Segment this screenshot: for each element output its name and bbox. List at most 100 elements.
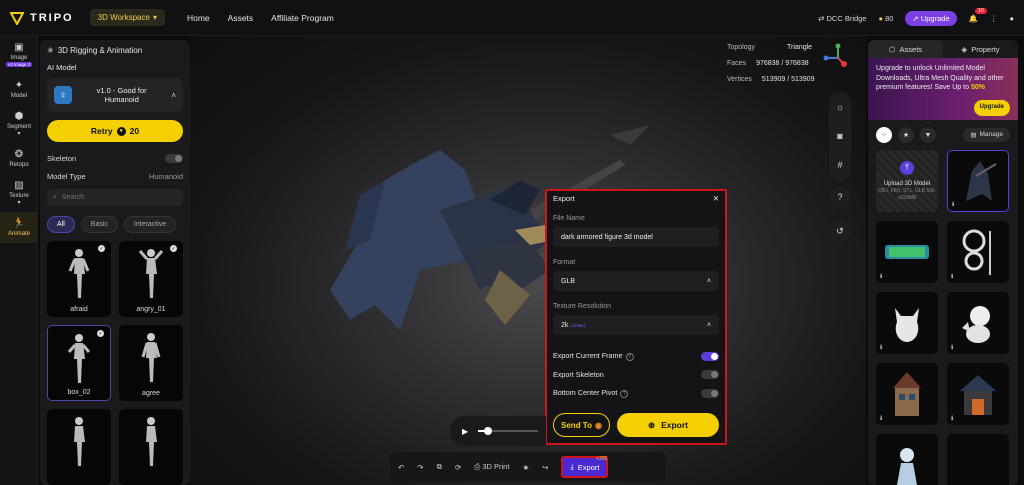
file-name-field[interactable]: dark armored figure 3d model <box>553 227 719 247</box>
swap-icon[interactable]: ⟳ <box>455 463 461 472</box>
info-icon[interactable]: ℹ <box>951 344 953 351</box>
chevron-down-icon: ▾ <box>152 13 157 22</box>
retopo-icon: ❂ <box>14 149 24 160</box>
upgrade-label: Upgrade <box>920 13 950 23</box>
avatar[interactable]: ● <box>1009 14 1014 23</box>
upload-3d-model-button[interactable]: ⤒ Upload 3D Model OBJ, FBX, STL, GLB 50k… <box>876 150 938 212</box>
gift-icon[interactable]: ⧉ <box>437 462 442 472</box>
ai-model-select[interactable]: ♀ v1.0 - Good for Humanoid ˄ <box>47 78 183 112</box>
info-icon[interactable]: ℹ <box>951 415 953 422</box>
sun-icon[interactable]: ☼ <box>836 102 844 112</box>
export-skeleton-toggle[interactable] <box>701 370 719 379</box>
model-name-line1: v1.0 - Good for <box>96 86 147 95</box>
humanoid-icon: ♀ <box>54 86 72 104</box>
animation-card[interactable]: ✓ angry_01 <box>119 241 183 317</box>
coin-icon: ● <box>116 126 126 136</box>
undo-icon[interactable]: ↶ <box>398 463 404 472</box>
info-icon[interactable]: ℹ <box>951 273 953 280</box>
help-button[interactable]: ? <box>829 186 851 208</box>
asset-card[interactable]: ℹ <box>876 434 938 485</box>
timeline-slider[interactable] <box>478 426 539 436</box>
bottom-center-pivot-toggle[interactable] <box>701 388 719 398</box>
segment-icon: ⬢ <box>14 111 24 122</box>
chip-all[interactable]: All <box>47 216 75 233</box>
animation-card[interactable]: ✓ box_02 <box>47 325 111 401</box>
info-icon[interactable]: ℹ <box>880 344 882 351</box>
history-button[interactable]: ↺ <box>829 220 851 242</box>
nav-assets[interactable]: Assets <box>228 13 254 23</box>
3d-print-button[interactable]: ⎙ 3D Print <box>474 462 509 472</box>
nav-home[interactable]: Home <box>187 13 210 23</box>
figure-thumbnail <box>146 417 157 466</box>
export-label: Export <box>577 462 600 472</box>
nav-affiliate[interactable]: Affiliate Program <box>271 13 334 23</box>
panel-title: 3D Rigging & Animation <box>57 46 143 55</box>
send-to-button[interactable]: Send To ◉ <box>553 413 610 437</box>
camera-icon[interactable]: ◙ <box>837 131 842 141</box>
help-icon[interactable]: ? <box>625 353 634 361</box>
texture-icon: ▨ <box>14 180 24 191</box>
tab-property[interactable]: ◈ Property <box>943 40 1018 58</box>
share-icon[interactable]: ↪ <box>542 463 548 472</box>
skeleton-toggle[interactable] <box>165 154 183 163</box>
info-icon[interactable]: ℹ <box>880 415 882 422</box>
rail-retopo[interactable]: ❂ Retopo <box>0 143 38 174</box>
chevron-up-icon: ˄ <box>706 277 711 285</box>
format-select[interactable]: GLB ˄ <box>553 271 719 291</box>
asset-card[interactable]: ℹ <box>876 221 938 283</box>
upgrade-button[interactable]: ➚ Upgrade <box>905 10 957 26</box>
export-confirm-button[interactable]: ⊛ Export <box>617 413 719 437</box>
asset-card[interactable]: ℹ <box>947 150 1009 212</box>
logo[interactable]: TRIPO <box>10 11 74 25</box>
settings-icon[interactable]: ⋮ <box>990 14 998 23</box>
play-icon[interactable]: ▶ <box>462 427 468 436</box>
help-icon[interactable]: ? <box>620 390 629 398</box>
animation-card[interactable]: ✓ afraid <box>47 241 111 317</box>
topology-value: Triangle <box>787 44 813 51</box>
axis-gizmo-icon[interactable] <box>820 42 848 72</box>
skeleton-label: Skeleton <box>47 154 77 163</box>
workspace-button[interactable]: 3D Workspace ▾ <box>89 9 165 26</box>
animation-name: box_02 <box>67 389 91 396</box>
rail-texture[interactable]: ▨ Texture ▾ <box>0 174 38 212</box>
manage-button[interactable]: ▤ Manage <box>963 128 1010 142</box>
credits-counter[interactable]: ● 80 <box>879 14 894 23</box>
texture-resolution-select[interactable]: 2k Limited ˄ <box>553 315 719 335</box>
info-icon[interactable]: ℹ <box>880 273 882 280</box>
search-input[interactable]: ⌕ Search <box>47 189 183 206</box>
notifications-button[interactable]: 🔔 10 <box>969 7 987 23</box>
filter-all-icon[interactable]: ⁘ <box>876 127 892 143</box>
chip-interactive[interactable]: Interactive <box>123 216 177 233</box>
export-current-frame-toggle[interactable] <box>701 351 719 361</box>
promo-upgrade-button[interactable]: Upgrade <box>973 100 1010 116</box>
funnel-icon[interactable]: ▼ <box>920 127 936 143</box>
asset-card[interactable]: ℹ <box>947 221 1009 283</box>
star-filter-icon[interactable]: ★ <box>898 127 914 143</box>
rail-animate[interactable]: 🏃 Animate <box>0 212 38 243</box>
redo-icon[interactable]: ↷ <box>417 463 423 472</box>
check-icon: ✓ <box>97 330 104 337</box>
chevron-up-icon: ˄ <box>706 321 711 329</box>
asset-card[interactable]: ℹ <box>876 363 938 425</box>
figure-thumbnail <box>67 334 91 383</box>
retry-button[interactable]: Retry ● 20 <box>47 120 183 142</box>
dcc-bridge-label: DCC Bridge <box>826 13 867 23</box>
rail-image[interactable]: ▣ Image v3 Image 2 <box>0 36 38 74</box>
dcc-bridge-button[interactable]: ⇄ DCC Bridge <box>818 14 866 23</box>
asset-card[interactable]: ℹ <box>947 434 1009 485</box>
animation-card[interactable] <box>119 409 183 485</box>
star-icon[interactable]: ★ <box>522 463 529 472</box>
grid-icon[interactable]: # <box>837 160 842 170</box>
animation-card[interactable]: agree <box>119 325 183 401</box>
info-icon[interactable]: ℹ <box>952 201 954 208</box>
asset-card[interactable]: ℹ <box>876 292 938 354</box>
asset-card[interactable]: ℹ <box>947 363 1009 425</box>
animation-card[interactable] <box>47 409 111 485</box>
close-icon[interactable]: ✕ <box>713 194 719 203</box>
rail-model[interactable]: ✦ Model <box>0 74 38 105</box>
asset-card[interactable]: ℹ <box>947 292 1009 354</box>
chip-basic[interactable]: Basic <box>80 216 118 233</box>
vertices-label: Vertices <box>727 76 752 83</box>
tab-assets[interactable]: ⬡ Assets <box>868 40 943 58</box>
rail-segment[interactable]: ⬢ Segment ▾ <box>0 105 38 143</box>
